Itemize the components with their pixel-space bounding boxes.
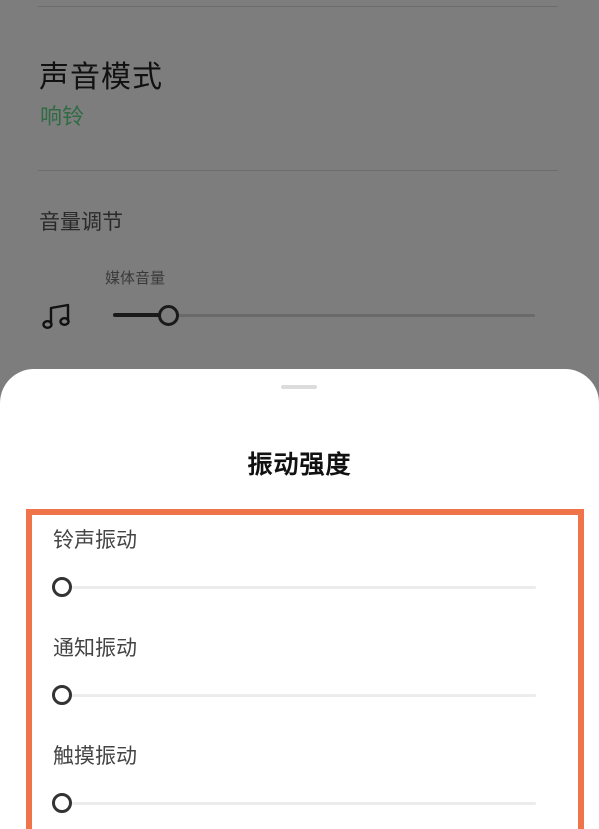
notification-vibration-row: 通知振动 bbox=[0, 627, 599, 727]
ringtone-vibration-track[interactable] bbox=[72, 586, 536, 589]
music-note-icon bbox=[42, 303, 70, 330]
divider bbox=[38, 6, 558, 7]
divider bbox=[38, 170, 558, 171]
sheet-drag-handle[interactable] bbox=[281, 385, 317, 389]
ringtone-vibration-label: 铃声振动 bbox=[53, 528, 137, 552]
notification-vibration-track[interactable] bbox=[72, 694, 536, 697]
sound-mode-value: 响铃 bbox=[40, 105, 85, 130]
touch-vibration-row: 触摸振动 bbox=[0, 735, 599, 829]
touch-vibration-label: 触摸振动 bbox=[53, 744, 137, 768]
notification-vibration-thumb[interactable] bbox=[52, 685, 72, 705]
vibration-intensity-sheet: 振动强度 铃声振动 通知振动 触摸振动 bbox=[0, 369, 599, 829]
touch-vibration-thumb[interactable] bbox=[52, 793, 72, 813]
sheet-title: 振动强度 bbox=[247, 450, 352, 479]
notification-vibration-label: 通知振动 bbox=[53, 636, 137, 660]
media-volume-label: 媒体音量 bbox=[105, 269, 166, 287]
volume-section-title: 音量调节 bbox=[39, 210, 123, 234]
ringtone-vibration-thumb[interactable] bbox=[52, 577, 72, 597]
media-volume-thumb[interactable] bbox=[157, 305, 179, 326]
screen: 声音模式 响铃 音量调节 媒体音量 振动强度 铃声振动 通知振动 触摸振动 bbox=[0, 0, 599, 829]
touch-vibration-track[interactable] bbox=[72, 802, 536, 805]
sound-mode-title[interactable]: 声音模式 bbox=[39, 52, 163, 96]
ringtone-vibration-row: 铃声振动 bbox=[0, 519, 599, 619]
